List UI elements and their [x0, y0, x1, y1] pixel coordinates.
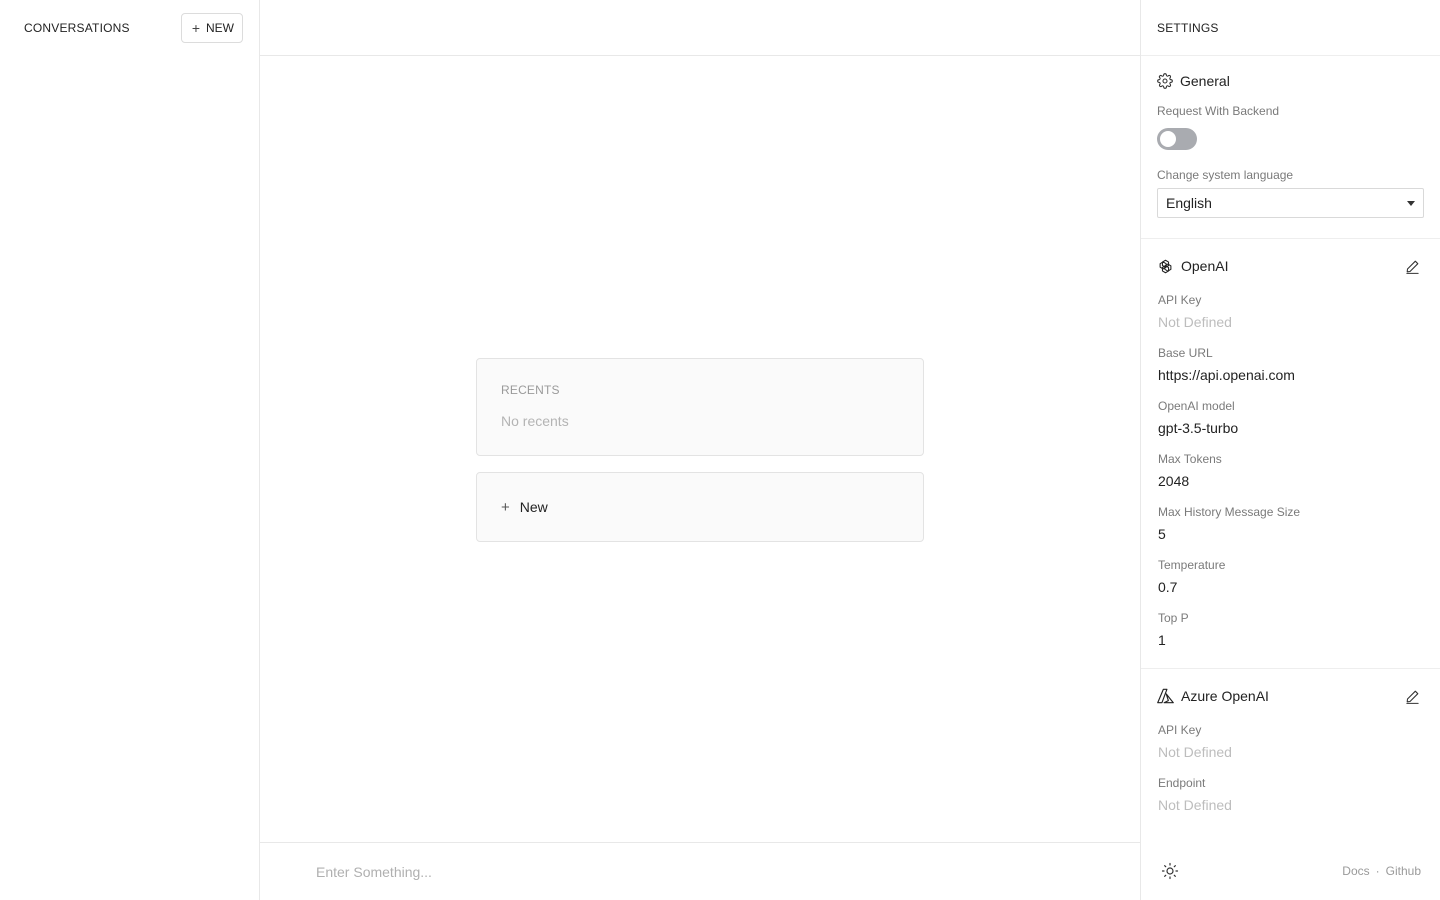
docs-link[interactable]: Docs [1342, 864, 1369, 878]
main-topbar [260, 0, 1141, 56]
field-label: Temperature [1158, 558, 1226, 572]
openai-fields: API Key Not Defined Base URL https://api… [1157, 293, 1424, 648]
openai-field-api-key: API Key Not Defined [1157, 293, 1424, 330]
field-value: 1 [1158, 632, 1166, 648]
azure-icon [1157, 688, 1174, 704]
footer-links: Docs · Github [1342, 864, 1421, 878]
recents-title: RECENTS [501, 383, 560, 397]
new-conversation-card[interactable]: + New [476, 472, 924, 542]
azure-field-endpoint: Endpoint Not Defined [1157, 776, 1424, 813]
sun-icon[interactable] [1161, 862, 1179, 880]
new-conversation-button[interactable]: + NEW [180, 13, 243, 43]
field-value: gpt-3.5-turbo [1158, 420, 1239, 436]
field-label: Max Tokens [1158, 452, 1222, 466]
field-label: API Key [1158, 293, 1202, 307]
general-section: General Request With Backend Change syst… [1141, 56, 1440, 239]
openai-field-temperature: Temperature 0.7 [1157, 558, 1424, 595]
language-select-value: English [1166, 195, 1212, 211]
message-input[interactable] [316, 863, 1016, 880]
field-value: 2048 [1158, 473, 1190, 489]
field-label: OpenAI model [1158, 399, 1235, 413]
plus-icon: + [501, 498, 510, 516]
azure-fields: API Key Not Defined Endpoint Not Defined [1157, 723, 1424, 813]
general-title: General [1157, 73, 1230, 89]
github-link[interactable]: Github [1386, 864, 1421, 878]
gear-icon [1157, 73, 1173, 89]
toggle-knob [1160, 131, 1176, 147]
caret-down-icon [1407, 200, 1415, 206]
settings-panel: SETTINGS General Request With Backend Ch… [1140, 0, 1440, 900]
conversations-sidebar: CONVERSATIONS + NEW [0, 0, 260, 900]
conversations-title: CONVERSATIONS [24, 21, 130, 35]
message-input-bar [260, 842, 1141, 900]
field-value: https://api.openai.com [1158, 367, 1295, 383]
settings-title: SETTINGS [1141, 0, 1440, 56]
new-conversation-card-label: New [519, 499, 548, 515]
azure-title-label: Azure OpenAI [1181, 688, 1269, 704]
field-value: 5 [1158, 526, 1166, 542]
edit-openai-icon[interactable] [1402, 256, 1422, 276]
link-separator: · [1375, 864, 1380, 878]
openai-title-label: OpenAI [1181, 258, 1229, 274]
general-title-label: General [1180, 73, 1230, 89]
field-value: Not Defined [1158, 314, 1232, 330]
request-backend-label: Request With Backend [1157, 104, 1280, 118]
recents-empty-text: No recents [501, 413, 569, 429]
openai-field-model: OpenAI model gpt-3.5-turbo [1157, 399, 1424, 436]
edit-azure-icon[interactable] [1402, 686, 1422, 706]
field-label: Base URL [1158, 346, 1213, 360]
azure-title: Azure OpenAI [1157, 688, 1269, 704]
openai-icon [1157, 258, 1174, 275]
field-label: API Key [1158, 723, 1202, 737]
openai-field-max-history: Max History Message Size 5 [1157, 505, 1424, 542]
language-label: Change system language [1157, 168, 1294, 182]
openai-field-max-tokens: Max Tokens 2048 [1157, 452, 1424, 489]
azure-field-api-key: API Key Not Defined [1157, 723, 1424, 760]
conversations-header: CONVERSATIONS + NEW [0, 0, 259, 56]
field-value: Not Defined [1158, 797, 1232, 813]
openai-field-top-p: Top P 1 [1157, 611, 1424, 648]
new-conversation-label: NEW [206, 21, 234, 35]
recents-card: RECENTS No recents [476, 358, 924, 456]
field-label: Max History Message Size [1158, 505, 1301, 519]
openai-title: OpenAI [1157, 258, 1228, 275]
azure-section: Azure OpenAI API Key Not Defined Endpoin… [1141, 669, 1440, 833]
settings-footer: Docs · Github [1141, 842, 1440, 900]
main-area: RECENTS No recents + New [260, 0, 1141, 900]
language-select[interactable]: English [1157, 188, 1424, 218]
openai-section: OpenAI API Key Not Defined Base URL http… [1141, 239, 1440, 669]
request-backend-toggle[interactable] [1157, 128, 1197, 150]
field-value: Not Defined [1158, 744, 1232, 760]
field-value: 0.7 [1158, 579, 1178, 595]
field-label: Top P [1158, 611, 1189, 625]
field-label: Endpoint [1158, 776, 1206, 790]
plus-icon: + [191, 20, 200, 36]
welcome-panel: RECENTS No recents + New [476, 358, 924, 542]
openai-field-base-url: Base URL https://api.openai.com [1157, 346, 1424, 383]
